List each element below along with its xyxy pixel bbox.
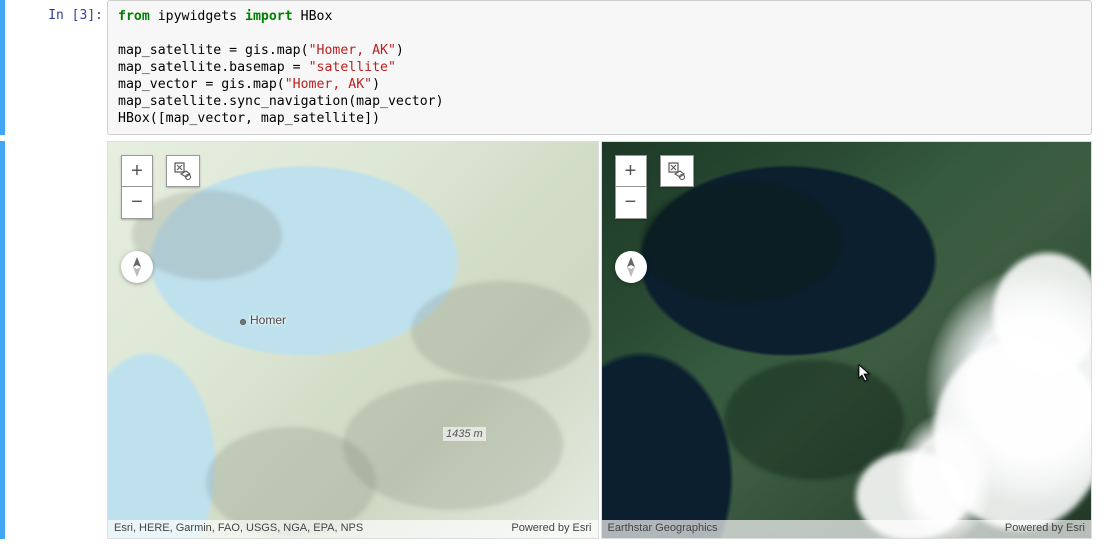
attribution-powered[interactable]: Powered by Esri [1005, 522, 1085, 536]
zoom-out-button[interactable]: − [615, 187, 647, 219]
minus-icon: − [131, 191, 143, 214]
map-satellite[interactable]: + − [601, 141, 1093, 539]
zoom-in-button[interactable]: + [615, 155, 647, 187]
keyword-from: from [118, 9, 150, 24]
city-label: Homer [250, 313, 286, 327]
compass-icon [624, 257, 638, 277]
attribution-bar: Esri, HERE, Garmin, FAO, USGS, NGA, EPA,… [108, 520, 598, 538]
attribution-powered[interactable]: Powered by Esri [511, 522, 591, 536]
cursor-icon [858, 364, 872, 382]
attribution-bar: Earthstar Geographics Powered by Esri [602, 520, 1092, 538]
elevation-label: 1435 m [443, 427, 486, 441]
zoom-out-button[interactable]: − [121, 187, 153, 219]
input-prompt: In [3]: [7, 0, 107, 135]
code-cell: In [3]: from ipywidgets import HBox map_… [0, 0, 1107, 135]
city-marker [240, 319, 246, 325]
minus-icon: − [625, 191, 637, 214]
basemap-gallery-button[interactable] [660, 155, 694, 187]
zoom-controls: + − [615, 155, 647, 283]
hbox-output: + − Homer 1435 m [107, 141, 1092, 539]
attribution-sources: Earthstar Geographics [608, 522, 718, 536]
basemap-gallery-button[interactable] [166, 155, 200, 187]
plus-icon: + [625, 160, 637, 183]
layers-icon [173, 161, 193, 181]
keyword-import: import [245, 9, 293, 24]
plus-icon: + [131, 160, 143, 183]
compass-icon [130, 257, 144, 277]
output-row: + − Homer 1435 m [0, 141, 1107, 539]
zoom-in-button[interactable]: + [121, 155, 153, 187]
zoom-controls: + − [121, 155, 153, 283]
attribution-sources: Esri, HERE, Garmin, FAO, USGS, NGA, EPA,… [114, 522, 363, 536]
compass-button[interactable] [121, 251, 153, 283]
layers-icon [667, 161, 687, 181]
compass-button[interactable] [615, 251, 647, 283]
code-editor[interactable]: from ipywidgets import HBox map_satellit… [107, 0, 1092, 135]
map-vector[interactable]: + − Homer 1435 m [107, 141, 599, 539]
